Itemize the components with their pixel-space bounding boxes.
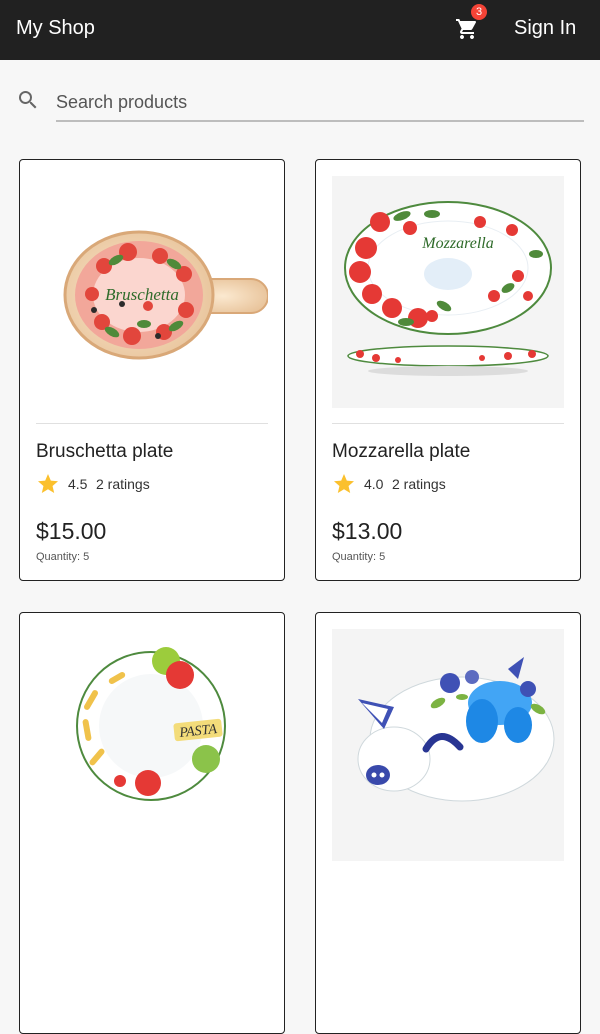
product-card[interactable]: Mozzarella Mozzarella plate 4.0 2 rating…: [315, 159, 581, 581]
pasta-plate-image: PASTA: [76, 647, 226, 801]
product-image[interactable]: Mozzarella: [332, 176, 564, 408]
product-card[interactable]: PASTA: [19, 612, 285, 1034]
product-title[interactable]: Mozzarella plate: [332, 441, 470, 463]
product-image[interactable]: PASTA: [36, 629, 268, 861]
mozzarella-plate-image: Mozzarella: [344, 201, 552, 376]
star-icon: [38, 474, 58, 493]
plate-lettering: Bruschetta: [105, 285, 179, 304]
rating-count: 2 ratings: [96, 476, 150, 492]
search-bar: [16, 84, 584, 126]
product-card[interactable]: Bruschetta Bruschetta plate 4.5 2 rating…: [19, 159, 285, 581]
plate-lettering: Mozzarella: [421, 235, 493, 252]
search-input[interactable]: [56, 84, 584, 122]
star-icon: [334, 474, 354, 493]
sign-in-button[interactable]: Sign In: [514, 17, 576, 40]
divider: [332, 423, 564, 424]
cart-icon: [456, 19, 477, 39]
product-title[interactable]: Bruschetta plate: [36, 441, 173, 463]
product-card[interactable]: [315, 612, 581, 1034]
search-icon: [19, 91, 37, 109]
product-price: $15.00: [36, 518, 107, 544]
cart-button[interactable]: 3: [452, 4, 487, 46]
cart-count-badge: 3: [471, 4, 487, 20]
bruschetta-plate-image: Bruschetta: [63, 230, 269, 360]
app-bar: My Shop 3 Sign In: [0, 0, 600, 60]
rating-count: 2 ratings: [392, 476, 446, 492]
product-image[interactable]: Bruschetta: [36, 176, 269, 408]
pig-figurine-image: [357, 657, 555, 802]
product-price: $13.00: [332, 518, 403, 544]
product-image[interactable]: [332, 629, 564, 861]
product-quantity: Quantity: 5: [332, 551, 386, 563]
product-quantity: Quantity: 5: [36, 551, 90, 563]
rating-value: 4.0: [364, 476, 384, 492]
app-title[interactable]: My Shop: [16, 17, 95, 40]
divider: [36, 423, 268, 424]
rating-value: 4.5: [68, 476, 88, 492]
